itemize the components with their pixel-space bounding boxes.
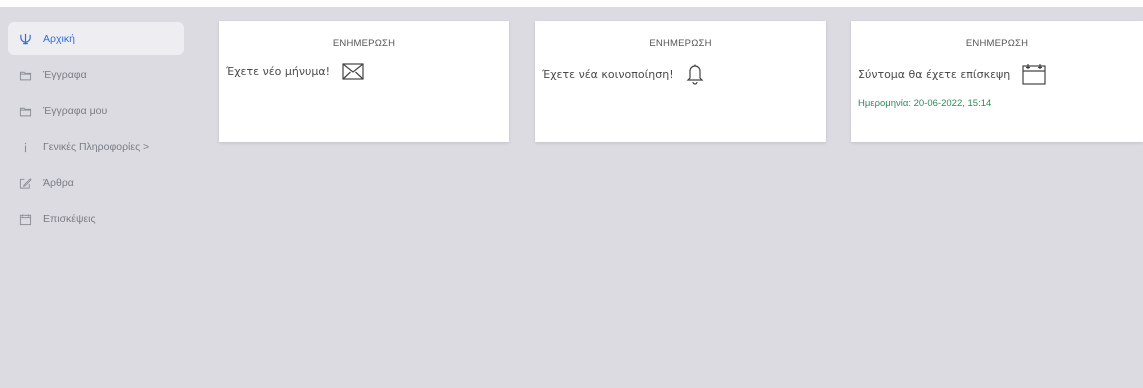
sidebar-item-label: Άρθρα — [43, 177, 74, 189]
calendar-icon — [1022, 63, 1046, 85]
card-header: ΕΝΗΜΕΡΩΣΗ — [965, 38, 1029, 49]
sidebar-item-my-documents[interactable]: Έγγραφα μου — [8, 95, 184, 127]
sidebar: Αρχική Έγγραφα Έγγραφα μου Γενικές Πληρο… — [8, 22, 184, 239]
envelope-icon — [342, 63, 364, 80]
card-text: Έχετε νέα κοινοποίηση! — [542, 67, 674, 81]
sidebar-item-documents[interactable]: Έγγραφα — [8, 59, 184, 91]
visit-notification-card[interactable]: ΕΝΗΜΕΡΩΣΗ Σύντομα θα έχετε επίσκεψη Ημερ… — [851, 21, 1143, 142]
message-notification-card[interactable]: ΕΝΗΜΕΡΩΣΗ Έχετε νέο μήνυμα! — [219, 21, 509, 142]
sidebar-item-label: Έγγραφα μου — [43, 105, 108, 117]
trident-icon — [18, 32, 32, 46]
card-header: ΕΝΗΜΕΡΩΣΗ — [649, 38, 712, 49]
top-bar — [0, 0, 1143, 7]
folder-icon — [18, 104, 32, 118]
sidebar-item-label: Έγγραφα — [43, 69, 87, 81]
edit-icon — [18, 176, 32, 190]
sidebar-item-label: Αρχική — [43, 32, 75, 45]
folder-icon — [18, 68, 32, 82]
card-text: Έχετε νέο μήνυμα! — [226, 65, 331, 78]
sidebar-item-general-info[interactable]: Γενικές Πληροφορίες > — [8, 131, 184, 163]
card-text: Σύντομα θα έχετε επίσκεψη — [858, 67, 1011, 81]
card-header: ΕΝΗΜΕΡΩΣΗ — [332, 38, 396, 49]
info-icon — [18, 140, 32, 154]
sidebar-item-visits[interactable]: Επισκέψεις — [8, 203, 184, 235]
calendar-icon — [18, 212, 32, 226]
sidebar-item-label: Επισκέψεις — [43, 213, 96, 225]
visit-date: Ημερομηνία: 20-06-2022, 15:14 — [858, 98, 992, 109]
bell-icon — [686, 63, 704, 85]
sidebar-item-home[interactable]: Αρχική — [8, 22, 184, 55]
share-notification-card[interactable]: ΕΝΗΜΕΡΩΣΗ Έχετε νέα κοινοποίηση! — [535, 21, 826, 142]
sidebar-item-label: Γενικές Πληροφορίες > — [43, 141, 150, 153]
sidebar-item-articles[interactable]: Άρθρα — [8, 167, 184, 199]
